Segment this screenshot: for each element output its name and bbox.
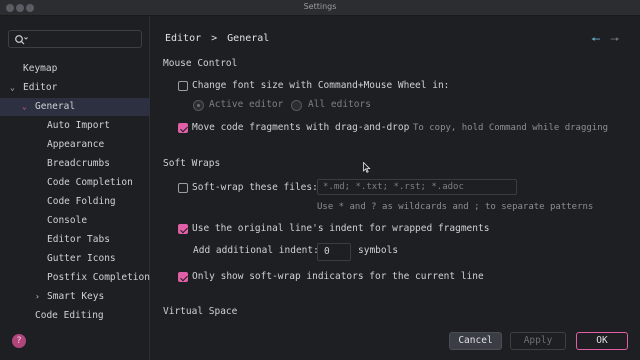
sidebar-item-label: Code Editing <box>35 310 104 321</box>
sidebar-item-label: Gutter Icons <box>47 253 116 264</box>
apply-button[interactable]: Apply <box>510 332 566 350</box>
sidebar-item-postfix-completion[interactable]: Postfix Completion <box>0 269 150 287</box>
sidebar-item-appearance[interactable]: Appearance <box>0 136 150 154</box>
sidebar-item-smart-keys[interactable]: › Smart Keys <box>0 288 150 306</box>
settings-search-box[interactable] <box>8 30 142 48</box>
additional-indent-input[interactable]: 0 <box>317 243 351 261</box>
title-bar: Settings <box>0 0 640 16</box>
soft-wrap-patterns-input[interactable]: *.md; *.txt; *.rst; *.adoc <box>317 179 517 195</box>
settings-content: Editor > General 🠔 🠖 Mouse Control Change … <box>151 16 640 360</box>
sidebar-item-keymap[interactable]: Keymap <box>0 60 150 78</box>
additional-indent-label: Add additional indent: <box>193 245 319 256</box>
sidebar-item-label: Code Folding <box>47 196 116 207</box>
sidebar-item-label: Code Completion <box>47 177 133 188</box>
all-editors-label: All editors <box>308 99 371 110</box>
sidebar-item-gutter-icons[interactable]: Gutter Icons <box>0 250 150 268</box>
change-font-size-checkbox[interactable] <box>178 81 188 91</box>
sidebar-item-label: Auto Import <box>47 120 110 131</box>
settings-sidebar: Keymap ⌄ Editor ⌄ General Auto Import Ap… <box>0 16 150 360</box>
help-button[interactable]: ? <box>12 334 26 348</box>
search-icon <box>15 35 28 45</box>
drag-drop-label: Move code fragments with drag-and-drop <box>192 122 410 133</box>
sidebar-item-editor-tabs[interactable]: Editor Tabs <box>0 231 150 249</box>
section-virtual-space: Virtual Space <box>163 306 238 317</box>
forward-arrow-icon[interactable]: 🠖 <box>610 31 620 50</box>
sidebar-item-label: General <box>35 101 76 112</box>
back-arrow-icon[interactable]: 🠔 <box>591 31 601 50</box>
sidebar-item-label: Breadcrumbs <box>47 158 110 169</box>
sidebar-item-console[interactable]: Console <box>0 212 150 230</box>
soft-wrap-files-checkbox[interactable] <box>178 183 188 193</box>
sidebar-item-code-folding[interactable]: Code Folding <box>0 193 150 211</box>
sidebar-item-label: Console <box>47 215 88 226</box>
sidebar-item-auto-import[interactable]: Auto Import <box>0 117 150 135</box>
sidebar-item-code-completion[interactable]: Code Completion <box>0 174 150 192</box>
use-original-indent-checkbox[interactable] <box>178 224 188 234</box>
sidebar-item-breadcrumbs[interactable]: Breadcrumbs <box>0 155 150 173</box>
ok-button[interactable]: OK <box>576 332 628 350</box>
soft-wrap-patterns-hint: Use * and ? as wildcards and ; to separa… <box>317 202 594 212</box>
sidebar-item-label: Appearance <box>47 139 105 150</box>
cancel-button[interactable]: Cancel <box>449 332 502 350</box>
sidebar-item-code-editing[interactable]: Code Editing <box>0 307 150 325</box>
sidebar-item-label: Postfix Completion <box>47 272 150 283</box>
all-editors-radio[interactable] <box>291 100 302 111</box>
show-indicators-label: Only show soft-wrap indicators for the c… <box>192 271 484 282</box>
breadcrumb: Editor > General <box>165 33 279 44</box>
sidebar-item-editor[interactable]: ⌄ Editor <box>0 79 150 97</box>
show-indicators-checkbox[interactable] <box>178 272 188 282</box>
breadcrumb-parent[interactable]: Editor <box>165 33 201 44</box>
search-input[interactable] <box>29 33 137 45</box>
drag-drop-checkbox[interactable] <box>178 123 188 133</box>
sidebar-item-label: Keymap <box>23 63 58 74</box>
change-font-size-label: Change font size with Command+Mouse Whee… <box>192 80 450 91</box>
sidebar-item-label: Editor Tabs <box>47 234 110 245</box>
use-original-indent-label: Use the original line's indent for wrapp… <box>192 223 490 234</box>
chevron-right-icon[interactable]: › <box>35 288 45 306</box>
sidebar-item-general[interactable]: ⌄ General <box>0 98 150 116</box>
breadcrumb-current: General <box>227 33 270 44</box>
drag-drop-hint: To copy, hold Command while dragging <box>413 123 609 133</box>
mouse-pointer-icon <box>363 162 371 173</box>
sidebar-item-label: Smart Keys <box>47 291 105 302</box>
section-mouse-control: Mouse Control <box>163 58 238 69</box>
window-title: Settings <box>303 2 337 11</box>
section-soft-wraps: Soft Wraps <box>163 158 221 169</box>
breadcrumb-separator: > <box>211 33 218 44</box>
additional-indent-unit: symbols <box>358 245 399 256</box>
sidebar-item-label: Editor <box>23 82 58 93</box>
chevron-down-icon[interactable]: ⌄ <box>10 79 20 97</box>
active-editor-label: Active editor <box>209 99 284 110</box>
soft-wrap-files-label: Soft-wrap these files: <box>192 182 318 193</box>
active-editor-radio[interactable] <box>193 100 204 111</box>
chevron-down-icon[interactable]: ⌄ <box>22 98 32 116</box>
